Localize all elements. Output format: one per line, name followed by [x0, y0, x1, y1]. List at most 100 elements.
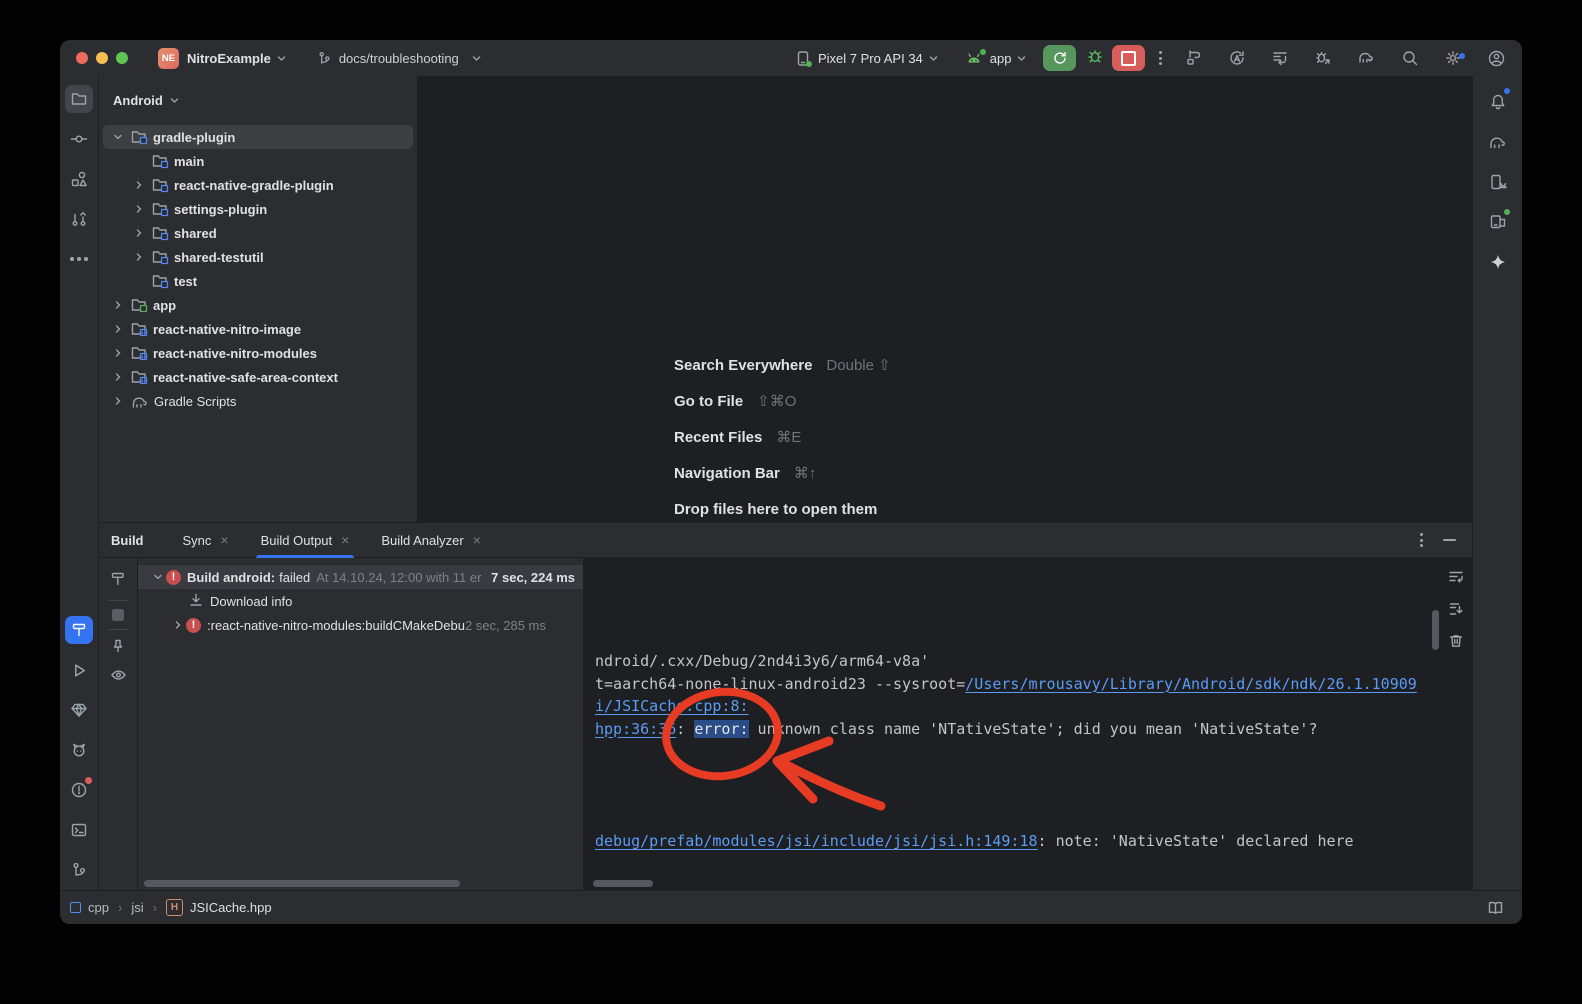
- chevron-right-icon: [133, 227, 145, 239]
- breadcrumb-cpp[interactable]: cpp: [88, 900, 109, 915]
- rerun-button[interactable]: [1043, 45, 1076, 71]
- rerun-build-button[interactable]: [110, 571, 126, 592]
- module-folder-icon: [152, 177, 169, 193]
- clear-all-button[interactable]: [1448, 633, 1464, 654]
- build-root-node[interactable]: Build android: failed At 14.10.24, 12:00…: [138, 565, 583, 589]
- tree-item-react-native-nitro-image[interactable]: react-native-nitro-image: [103, 317, 413, 341]
- tab-sync[interactable]: Sync ×: [178, 523, 234, 557]
- console-file-link[interactable]: /Users/mrousavy/Library/Android/sdk/ndk/…: [965, 675, 1417, 693]
- project-badge[interactable]: NE: [158, 48, 179, 69]
- chevron-right-icon: [133, 251, 145, 263]
- project-tool-button[interactable]: [65, 85, 93, 113]
- stop-button[interactable]: [1112, 45, 1145, 71]
- tab-build-analyzer[interactable]: Build Analyzer ×: [376, 523, 486, 557]
- build-node-cmake-task[interactable]: :react-native-nitro-modules:buildCMakeDe…: [138, 613, 583, 637]
- macos-zoom-button[interactable]: [116, 52, 128, 64]
- notifications-tool-button[interactable]: [1484, 88, 1512, 116]
- scroll-to-end-icon: [1448, 601, 1464, 617]
- logcat-tool-button[interactable]: [65, 736, 93, 764]
- tree-item-gradle-plugin[interactable]: gradle-plugin: [103, 125, 413, 149]
- tree-item-app[interactable]: app: [103, 293, 413, 317]
- build-console[interactable]: ndroid/.cxx/Debug/2nd4i3y6/arm64-v8a' t=…: [583, 558, 1440, 891]
- more-run-options-icon[interactable]: [1159, 51, 1162, 65]
- build-toolbar: [99, 558, 138, 891]
- version-control-tool-button[interactable]: [65, 856, 93, 884]
- tree-item-react-native-safe-area-context[interactable]: react-native-safe-area-context: [103, 365, 413, 389]
- console-file-link[interactable]: i/JSICache.cpp:8:: [595, 697, 749, 715]
- vcs-branch-widget[interactable]: docs/troubleshooting: [317, 51, 482, 66]
- search-everywhere-button[interactable]: [1401, 49, 1419, 67]
- trash-icon: [1448, 633, 1464, 649]
- gradle-tool-button[interactable]: [1484, 128, 1512, 156]
- horizontal-scrollbar[interactable]: [144, 880, 460, 887]
- tree-item-main[interactable]: main: [103, 149, 413, 173]
- account-button[interactable]: [1487, 49, 1506, 68]
- tree-item-gradle-scripts[interactable]: Gradle Scripts: [103, 389, 413, 413]
- horizontal-scrollbar[interactable]: [593, 880, 653, 887]
- branch-name: docs/troubleshooting: [339, 51, 459, 66]
- problems-tool-button[interactable]: [65, 776, 93, 804]
- bug-icon: [1086, 47, 1104, 65]
- apply-code-changes-button[interactable]: [1271, 49, 1289, 67]
- tab-build-output[interactable]: Build Output ×: [256, 523, 355, 557]
- more-tool-windows-button[interactable]: [65, 245, 93, 273]
- terminal-tool-button[interactable]: [65, 816, 93, 844]
- build-tool-window: Build Sync × Build Output × Build Analyz…: [99, 522, 1472, 891]
- console-file-link[interactable]: hpp:36:36: [595, 720, 676, 738]
- device-selector[interactable]: Pixel 7 Pro API 34: [818, 51, 923, 66]
- commit-tool-button[interactable]: [65, 125, 93, 153]
- tree-item-settings-plugin[interactable]: settings-plugin: [103, 197, 413, 221]
- run-tool-button[interactable]: [65, 656, 93, 684]
- scroll-to-end-button[interactable]: [1448, 601, 1464, 622]
- app-quality-insights-tool-button[interactable]: [65, 696, 93, 724]
- tree-item-react-native-nitro-modules[interactable]: react-native-nitro-modules: [103, 341, 413, 365]
- close-icon[interactable]: ×: [220, 533, 228, 547]
- project-name[interactable]: NitroExample: [187, 51, 271, 66]
- build-tool-button[interactable]: [65, 616, 93, 644]
- stop-build-button[interactable]: [112, 609, 124, 621]
- account-icon: [1487, 49, 1506, 68]
- settings-button[interactable]: [1444, 49, 1462, 67]
- soft-wrap-button[interactable]: [1448, 569, 1464, 590]
- breadcrumb-jsi[interactable]: jsi: [131, 900, 143, 915]
- run-configuration-selector[interactable]: app: [990, 51, 1012, 66]
- device-manager-tool-button[interactable]: [1484, 208, 1512, 236]
- tree-item-shared-testutil[interactable]: shared-testutil: [103, 245, 413, 269]
- chevron-right-icon: [112, 323, 124, 335]
- tree-item-react-native-gradle-plugin[interactable]: react-native-gradle-plugin: [103, 173, 413, 197]
- reader-mode-button[interactable]: [1487, 900, 1504, 916]
- vertical-scrollbar[interactable]: [1432, 610, 1439, 650]
- ellipsis-icon: [70, 257, 88, 261]
- build-panel-options-icon[interactable]: [1420, 533, 1423, 547]
- build-node-download-info[interactable]: Download info: [138, 589, 583, 613]
- red-arrow-head: [777, 741, 829, 799]
- gradle-sync-button[interactable]: [1357, 49, 1376, 67]
- hide-panel-icon[interactable]: [1443, 539, 1456, 541]
- tree-item-shared[interactable]: shared: [103, 221, 413, 245]
- breadcrumb-file[interactable]: JSICache.hpp: [190, 900, 272, 915]
- build-project-button[interactable]: [1185, 49, 1203, 67]
- debug-button[interactable]: [1086, 47, 1104, 70]
- pin-tab-button[interactable]: [110, 638, 126, 659]
- editor-area[interactable]: Search EverywhereDouble ⇧ Go to File⇧⌘O …: [418, 76, 1472, 522]
- chevron-right-icon: [112, 371, 124, 383]
- download-icon: [188, 592, 204, 611]
- rerun-icon: [1052, 50, 1068, 66]
- problems-icon: [70, 781, 88, 799]
- close-icon[interactable]: ×: [473, 533, 481, 547]
- tree-item-test[interactable]: test: [103, 269, 413, 293]
- gemini-tool-button[interactable]: [1484, 248, 1512, 276]
- resource-manager-tool-button[interactable]: [65, 165, 93, 193]
- attach-debugger-button[interactable]: [1314, 49, 1332, 67]
- project-view-selector[interactable]: Android: [113, 93, 163, 108]
- cat-icon: [70, 741, 88, 759]
- macos-minimize-button[interactable]: [96, 52, 108, 64]
- macos-close-button[interactable]: [76, 52, 88, 64]
- console-file-link[interactable]: debug/prefab/modules/jsi/include/jsi/jsi…: [595, 832, 1038, 850]
- running-devices-tool-button[interactable]: [1484, 168, 1512, 196]
- filter-view-button[interactable]: [110, 667, 127, 688]
- close-icon[interactable]: ×: [341, 533, 349, 547]
- pull-requests-tool-button[interactable]: [65, 205, 93, 233]
- apply-changes-button[interactable]: [1228, 49, 1246, 67]
- folder-icon: [70, 90, 88, 108]
